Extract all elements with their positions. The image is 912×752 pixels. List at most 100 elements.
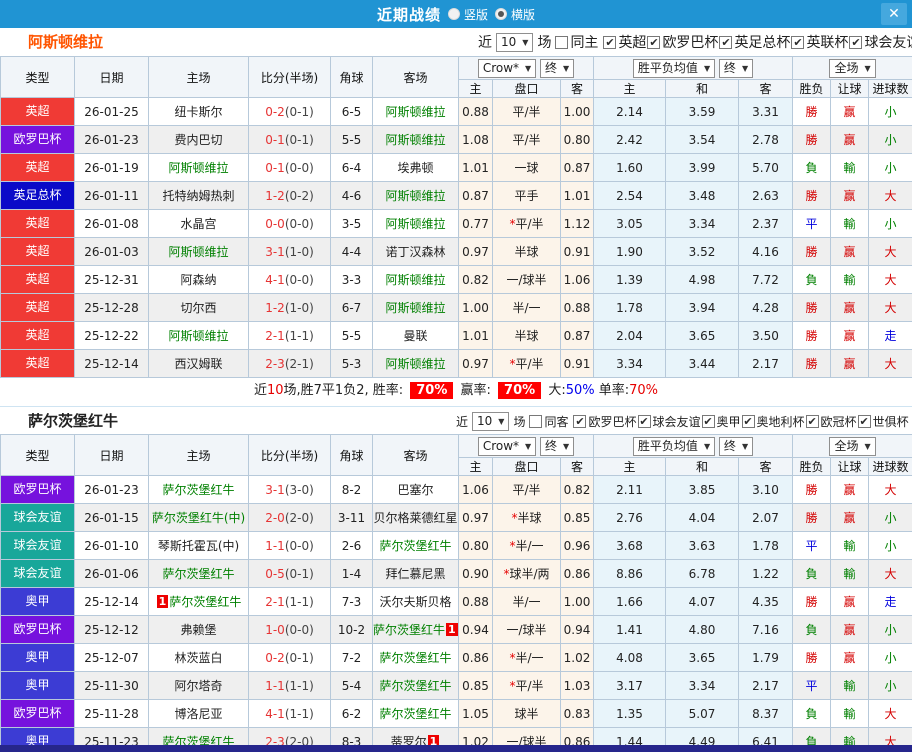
away-team-link[interactable]: 沃尔夫斯贝格 (372, 587, 459, 616)
checkbox-checked-icon[interactable]: ✔ (603, 35, 617, 49)
away-team-link[interactable]: 阿斯顿维拉 (372, 181, 459, 210)
checkbox-unchecked-icon[interactable] (555, 35, 569, 49)
away-team-link[interactable]: 阿斯顿维拉 (372, 265, 459, 294)
away-team-link[interactable]: 贝尔格莱德红星 (372, 503, 459, 532)
avg-odds-header: 胜平负均值 ▼ 终 ▼ (593, 56, 794, 80)
radio-selected-icon[interactable] (495, 8, 507, 20)
home-team-link[interactable]: 阿斯顿维拉 (148, 321, 249, 350)
home-team-link[interactable]: 林茨蓝白 (148, 643, 249, 672)
away-team-link[interactable]: 诺丁汉森林 (372, 237, 459, 266)
section-aston-villa: 阿斯顿维拉 近 10▼ 场 同主 ✔英超✔欧罗巴杯✔英足总杯✔英联杯✔球会友谊✔… (0, 28, 912, 406)
home-team-link[interactable]: 琴斯托霍瓦(中) (148, 531, 249, 560)
match-row: 欧罗巴杯 26-01-23 萨尔茨堡红牛 3-1(3-0) 8-2 巴塞尔 1.06 平/半 0… (0, 475, 912, 504)
radio-horizontal-layout[interactable]: 横版 (495, 6, 535, 23)
home-team-link[interactable]: 阿森纳 (148, 265, 249, 294)
match-count-select[interactable]: 10 ▼ (496, 32, 534, 52)
away-team-link[interactable]: 萨尔茨堡红牛 (372, 531, 459, 560)
home-team-link[interactable]: 博洛尼亚 (148, 699, 249, 728)
home-team-link[interactable]: 阿尔塔奇 (148, 671, 249, 700)
same-venue-filter[interactable]: 同客 (529, 413, 569, 430)
odds-stage-select[interactable]: 终 ▼ (540, 58, 575, 78)
league-filter-checkbox[interactable]: ✔ 英超 (603, 32, 647, 52)
match-score: 2-1(1-1) (248, 321, 331, 350)
away-team-link[interactable]: 萨尔茨堡红牛 1 (372, 615, 459, 644)
checkbox-checked-icon[interactable]: ✔ (805, 414, 819, 428)
league-filter-checkbox[interactable]: ✔ 英联杯 (791, 32, 849, 52)
match-row: 英超 26-01-25 纽卡斯尔 0-2(0-1) 6-5 阿斯顿维拉 0.88 平/半 1.0… (0, 97, 912, 126)
checkbox-checked-icon[interactable]: ✔ (857, 414, 871, 428)
same-venue-filter[interactable]: 同主 (555, 32, 599, 52)
league-filter-checkbox[interactable]: ✔球会友谊 (849, 32, 912, 52)
result-handicap: 輸 (830, 559, 870, 588)
home-team-link[interactable]: 水晶宫 (148, 209, 249, 238)
home-team-link[interactable]: 萨尔茨堡红牛 (148, 559, 249, 588)
checkbox-checked-icon[interactable]: ✔ (741, 414, 755, 428)
checkbox-checked-icon[interactable]: ✔ (647, 35, 661, 49)
checkbox-checked-icon[interactable]: ✔ (791, 35, 805, 49)
avg-odds-select[interactable]: 胜平负均值 ▼ (632, 436, 716, 456)
away-team-link[interactable]: 萨尔茨堡红牛 (372, 671, 459, 700)
checkbox-checked-icon[interactable]: ✔ (849, 35, 863, 49)
away-team-link[interactable]: 阿斯顿维拉 (372, 209, 459, 238)
home-team-link[interactable]: 纽卡斯尔 (148, 97, 249, 126)
avg-stage-select[interactable]: 终 ▼ (718, 436, 754, 456)
home-team-link[interactable]: 阿斯顿维拉 (148, 153, 249, 182)
match-date: 26-01-06 (74, 559, 149, 588)
league-filter-checkbox[interactable]: ✔球会友谊 (637, 413, 702, 430)
close-button[interactable]: ✕ (881, 3, 907, 25)
away-team-link[interactable]: 拜仁慕尼黑 (372, 559, 459, 588)
avg-stage-select[interactable]: 终 ▼ (718, 58, 754, 78)
home-team-link[interactable]: 费内巴切 (148, 125, 249, 154)
match-row: 球会友谊 26-01-06 萨尔茨堡红牛 0-5(0-1) 1-4 拜仁慕尼黑 0.90 *球… (0, 559, 912, 588)
home-team-link[interactable]: 1 萨尔茨堡红牛 (148, 587, 249, 616)
home-team-link[interactable]: 萨尔茨堡红牛(中) (148, 503, 249, 532)
match-count-select[interactable]: 10 ▼ (472, 411, 510, 431)
chevron-down-icon: ▼ (864, 441, 871, 451)
league-filter-checkbox[interactable]: ✔ 欧罗巴杯 (573, 413, 637, 430)
away-team-link[interactable]: 阿斯顿维拉 (372, 97, 459, 126)
result-handicap: 赢 (830, 181, 870, 210)
checkbox-unchecked-icon[interactable] (529, 414, 543, 428)
filter-bar: 萨尔茨堡红牛 近 10 ▼ 场 同客 ✔ 欧罗巴杯 ✔ 球会友谊 ✔ 奥甲 ✔ 奥地利杯 ✔ 欧冠杯… (0, 406, 912, 434)
home-team-link[interactable]: 萨尔茨堡红牛 (148, 475, 249, 504)
odds-company-select[interactable]: Crow* ▼ (477, 436, 537, 456)
match-type-badge: 球会友谊 (0, 559, 75, 588)
match-date: 25-11-30 (74, 671, 149, 700)
checkbox-checked-icon[interactable]: ✔ (637, 414, 651, 428)
chevron-down-icon: ▼ (703, 63, 711, 73)
league-filter-checkbox[interactable]: ✔ 世俱杯 (857, 413, 910, 430)
avg-home-odds: 3.68 (593, 531, 667, 560)
away-team-link[interactable]: 巴塞尔 (372, 475, 459, 504)
radio-vertical-layout[interactable]: 竖版 (447, 6, 488, 23)
avg-draw-odds: 3.54 (665, 125, 740, 154)
avg-odds-select[interactable]: 胜平负均值 ▼ (632, 58, 716, 78)
big-rate: 50% (565, 383, 595, 398)
league-filter-checkbox[interactable]: ✔ 英足总杯 (719, 32, 791, 52)
league-filter-checkbox[interactable]: ✔ 欧冠杯 (805, 413, 858, 430)
league-filter-checkbox[interactable]: ✔ 欧罗巴杯 (647, 32, 719, 52)
scope-select[interactable]: 全场 ▼ (829, 436, 876, 456)
away-team-link[interactable]: 萨尔茨堡红牛 (372, 699, 459, 728)
away-team-link[interactable]: 阿斯顿维拉 (372, 293, 459, 322)
scope-select[interactable]: 全场 ▼ (829, 58, 876, 78)
checkbox-checked-icon[interactable]: ✔ (719, 35, 733, 49)
league-filter-checkbox[interactable]: ✔ 奥地利杯 (741, 413, 806, 430)
away-team-link[interactable]: 曼联 (372, 321, 459, 350)
checkbox-checked-icon[interactable]: ✔ (701, 414, 715, 428)
home-team-link[interactable]: 切尔西 (148, 293, 249, 322)
league-filter-checkbox[interactable]: ✔ 奥甲 (701, 413, 742, 430)
away-team-link[interactable]: 阿斯顿维拉 (372, 349, 459, 378)
result-handicap: 赢 (830, 125, 870, 154)
odds-stage-select[interactable]: 终 ▼ (540, 436, 575, 456)
checkbox-checked-icon[interactable]: ✔ (573, 414, 587, 428)
odds-company-select[interactable]: Crow* ▼ (477, 58, 537, 78)
radio-icon[interactable] (447, 8, 460, 20)
home-team-link[interactable]: 西汉姆联 (148, 349, 249, 378)
home-team-link[interactable]: 阿斯顿维拉 (148, 237, 249, 266)
home-team-link[interactable]: 弗赖堡 (148, 615, 249, 644)
home-team-link[interactable]: 托特纳姆热刺 (148, 181, 249, 210)
avg-draw-odds: 3.94 (665, 293, 740, 322)
away-team-link[interactable]: 萨尔茨堡红牛 (372, 643, 459, 672)
away-team-link[interactable]: 阿斯顿维拉 (372, 125, 459, 154)
away-team-link[interactable]: 埃弗顿 (372, 153, 459, 182)
